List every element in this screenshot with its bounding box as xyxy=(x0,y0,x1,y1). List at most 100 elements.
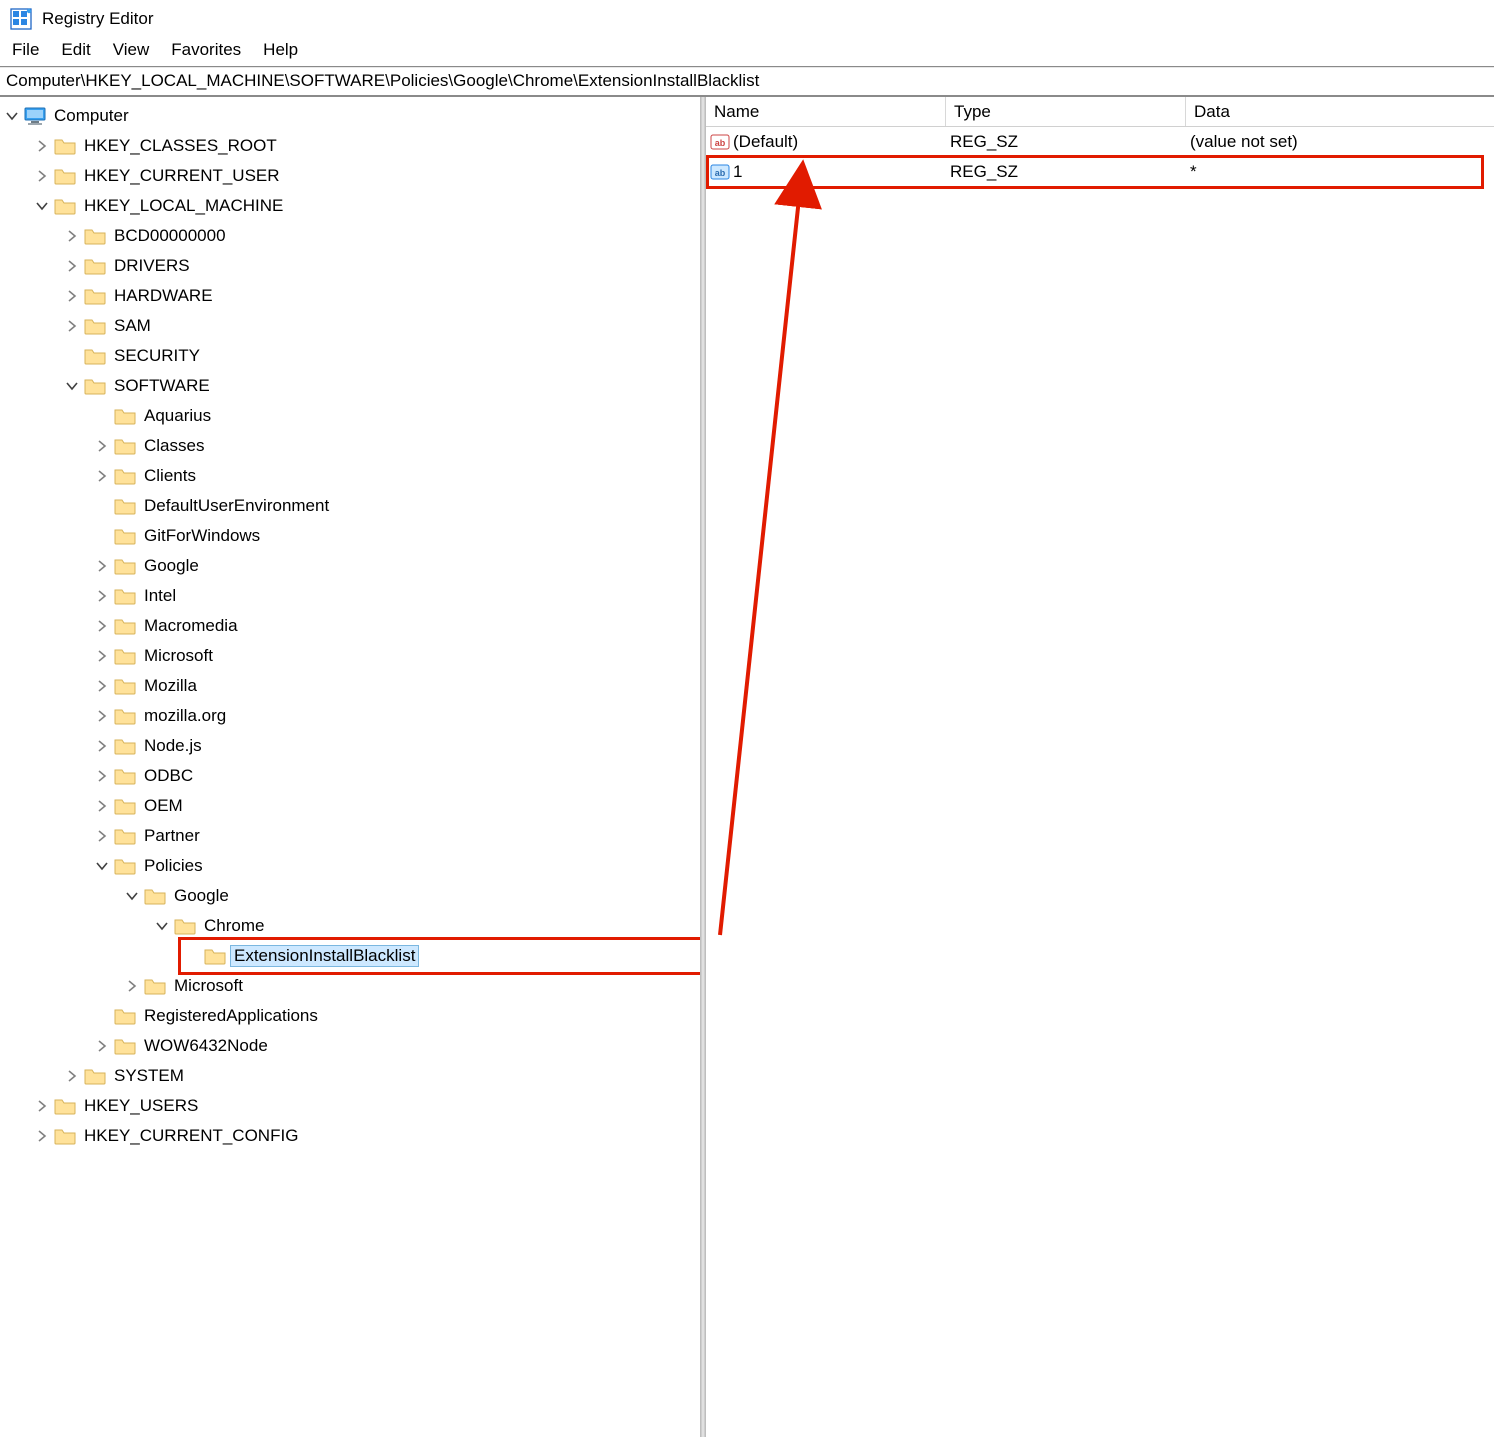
list-row[interactable]: ab 1 REG_SZ * xyxy=(706,157,1494,187)
tree-node-aquarius[interactable]: Aquarius xyxy=(94,401,700,431)
tree-node-intel[interactable]: Intel xyxy=(94,581,700,611)
column-header-data[interactable]: Data xyxy=(1186,97,1494,126)
tree-node-drivers[interactable]: DRIVERS xyxy=(64,251,700,281)
collapse-icon[interactable] xyxy=(4,108,20,124)
expand-icon[interactable] xyxy=(94,798,110,814)
folder-icon xyxy=(204,946,226,966)
expand-icon[interactable] xyxy=(64,258,80,274)
address-bar[interactable]: Computer\HKEY_LOCAL_MACHINE\SOFTWARE\Pol… xyxy=(0,68,1494,97)
tree-node-registeredapps[interactable]: RegisteredApplications xyxy=(94,1001,700,1031)
tree-node-nodejs[interactable]: Node.js xyxy=(94,731,700,761)
folder-icon xyxy=(144,976,166,996)
tree-node-hardware[interactable]: HARDWARE xyxy=(64,281,700,311)
collapse-icon[interactable] xyxy=(94,858,110,874)
tree-node-label: Computer xyxy=(50,106,133,126)
tree-node-clients[interactable]: Clients xyxy=(94,461,700,491)
expand-icon[interactable] xyxy=(34,138,50,154)
expand-icon[interactable] xyxy=(64,228,80,244)
tree-node-microsoft[interactable]: Microsoft xyxy=(94,641,700,671)
column-header-type[interactable]: Type xyxy=(946,97,1186,126)
list-rows: ab (Default) REG_SZ (value not set) ab 1… xyxy=(706,127,1494,187)
svg-text:ab: ab xyxy=(715,168,726,178)
expand-icon[interactable] xyxy=(94,648,110,664)
column-header-name[interactable]: Name xyxy=(706,97,946,126)
expand-icon[interactable] xyxy=(94,738,110,754)
menu-help[interactable]: Help xyxy=(263,40,298,60)
expand-icon[interactable] xyxy=(124,978,140,994)
tree-node-hklm[interactable]: HKEY_LOCAL_MACHINE xyxy=(34,191,700,221)
expand-icon[interactable] xyxy=(94,678,110,694)
expand-icon[interactable] xyxy=(64,318,80,334)
tree-node-label: DefaultUserEnvironment xyxy=(140,496,333,516)
expand-icon[interactable] xyxy=(34,1128,50,1144)
folder-icon xyxy=(114,766,136,786)
menu-file[interactable]: File xyxy=(12,40,39,60)
tree-node-macromedia[interactable]: Macromedia xyxy=(94,611,700,641)
expand-icon[interactable] xyxy=(34,168,50,184)
collapse-icon[interactable] xyxy=(124,888,140,904)
tree-pane[interactable]: Computer HKEY_CLASSES_ROOT xyxy=(0,97,700,1437)
expand-icon[interactable] xyxy=(94,1038,110,1054)
folder-icon xyxy=(84,1066,106,1086)
value-list-pane[interactable]: Name Type Data ab (Default) REG_SZ (valu… xyxy=(706,97,1494,1437)
menu-edit[interactable]: Edit xyxy=(61,40,90,60)
expand-icon[interactable] xyxy=(64,1068,80,1084)
tree-node-oem[interactable]: OEM xyxy=(94,791,700,821)
tree-node-label: OEM xyxy=(140,796,187,816)
tree-node-computer[interactable]: Computer xyxy=(4,101,700,131)
tree-node-mozilla[interactable]: Mozilla xyxy=(94,671,700,701)
tree-node-wow6432[interactable]: WOW6432Node xyxy=(94,1031,700,1061)
tree-node-bcd[interactable]: BCD00000000 xyxy=(64,221,700,251)
tree-node-hkcr[interactable]: HKEY_CLASSES_ROOT xyxy=(34,131,700,161)
tree-node-label: SECURITY xyxy=(110,346,204,366)
tree-node-label: Google xyxy=(140,556,203,576)
menu-favorites[interactable]: Favorites xyxy=(171,40,241,60)
collapse-icon[interactable] xyxy=(154,918,170,934)
tree-node-policies-google[interactable]: Google xyxy=(124,881,700,911)
expand-icon[interactable] xyxy=(94,468,110,484)
tree-node-policies-microsoft[interactable]: Microsoft xyxy=(124,971,700,1001)
tree-node-odbc[interactable]: ODBC xyxy=(94,761,700,791)
tree-node-label: HARDWARE xyxy=(110,286,217,306)
tree-node-system[interactable]: SYSTEM xyxy=(64,1061,700,1091)
tree-node-partner[interactable]: Partner xyxy=(94,821,700,851)
folder-icon xyxy=(114,796,136,816)
tree-node-classes[interactable]: Classes xyxy=(94,431,700,461)
tree-node-software[interactable]: SOFTWARE xyxy=(64,371,700,401)
folder-icon xyxy=(54,136,76,156)
tree-node-defaultuserenv[interactable]: DefaultUserEnvironment xyxy=(94,491,700,521)
tree-node-label: Policies xyxy=(140,856,207,876)
expand-icon[interactable] xyxy=(94,558,110,574)
value-name: (Default) xyxy=(733,132,798,152)
tree-node-google[interactable]: Google xyxy=(94,551,700,581)
tree-node-hkcu[interactable]: HKEY_CURRENT_USER xyxy=(34,161,700,191)
tree-node-label: HKEY_CURRENT_USER xyxy=(80,166,284,186)
expand-icon[interactable] xyxy=(94,438,110,454)
folder-icon xyxy=(114,586,136,606)
tree-node-extensioninstallblacklist[interactable]: ExtensionInstallBlacklist xyxy=(184,941,700,971)
tree-node-sam[interactable]: SAM xyxy=(64,311,700,341)
tree-node-policies[interactable]: Policies xyxy=(94,851,700,881)
expand-icon[interactable] xyxy=(94,588,110,604)
expand-icon[interactable] xyxy=(94,828,110,844)
menu-view[interactable]: View xyxy=(113,40,150,60)
collapse-icon[interactable] xyxy=(34,198,50,214)
expand-icon[interactable] xyxy=(94,768,110,784)
expand-icon[interactable] xyxy=(94,618,110,634)
folder-icon xyxy=(144,886,166,906)
expand-icon[interactable] xyxy=(34,1098,50,1114)
tree-node-mozillaorg[interactable]: mozilla.org xyxy=(94,701,700,731)
tree-node-security[interactable]: SECURITY xyxy=(64,341,700,371)
list-row[interactable]: ab (Default) REG_SZ (value not set) xyxy=(706,127,1494,157)
tree-node-hku[interactable]: HKEY_USERS xyxy=(34,1091,700,1121)
collapse-icon[interactable] xyxy=(64,378,80,394)
value-type: REG_SZ xyxy=(946,162,1186,182)
tree-node-label: Google xyxy=(170,886,233,906)
tree-node-hkcc[interactable]: HKEY_CURRENT_CONFIG xyxy=(34,1121,700,1151)
folder-icon xyxy=(84,346,106,366)
tree-node-gitforwindows[interactable]: GitForWindows xyxy=(94,521,700,551)
expand-icon[interactable] xyxy=(64,288,80,304)
tree-node-chrome[interactable]: Chrome xyxy=(154,911,700,941)
content-area: Computer HKEY_CLASSES_ROOT xyxy=(0,97,1494,1437)
expand-icon[interactable] xyxy=(94,708,110,724)
